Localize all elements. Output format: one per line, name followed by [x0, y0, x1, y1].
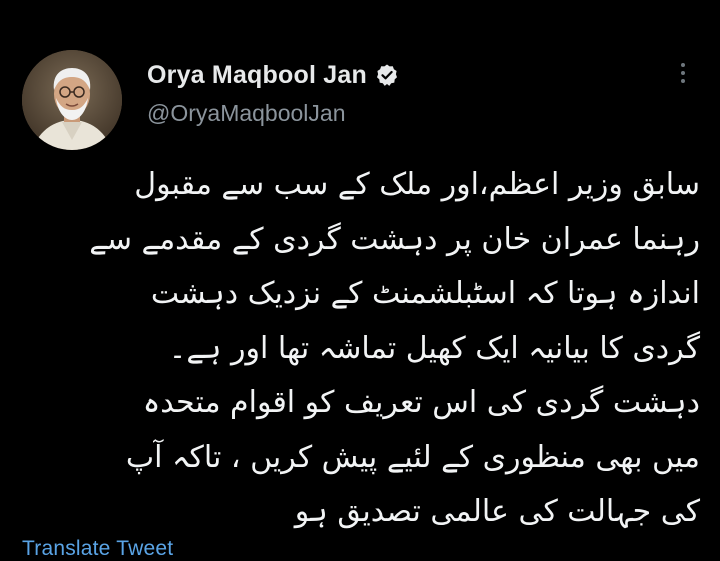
name-row: Orya Maqbool Jan — [147, 58, 399, 92]
display-name[interactable]: Orya Maqbool Jan — [147, 61, 367, 90]
tweet-header: Orya Maqbool Jan @OryaMaqboolJan — [147, 58, 399, 127]
verified-badge-icon — [375, 63, 399, 87]
user-handle[interactable]: @OryaMaqboolJan — [147, 100, 399, 127]
tweet-text-line: رہنما عمران خان پر دہشت گردی کے مقدمے سے — [89, 221, 700, 257]
tweet-card: Orya Maqbool Jan @OryaMaqboolJan سابق وز… — [0, 0, 720, 561]
more-options-icon[interactable] — [676, 63, 690, 93]
avatar[interactable] — [22, 50, 122, 150]
profile-photo-icon — [22, 50, 122, 150]
tweet-text: سابق وزیر اعظم،اور ملک کے سب سے مقبول رہ… — [10, 158, 700, 540]
tweet-text-line: اندازہ ہوتا کہ اسٹبلشمنٹ کے نزدیک دہشت — [150, 276, 700, 311]
tweet-text-line: سابق وزیر اعظم،اور ملک کے سب سے مقبول — [134, 167, 700, 202]
tweet-text-line: دہشت گردی کی اس تعریف کو اقوام متحدہ — [142, 385, 700, 420]
tweet-text-line: میں بھی منظوری کے لئیے پیش کریں ، تاکہ آ… — [125, 439, 700, 475]
tweet-text-line: کی جہالت کی عالمی تصدیق ہو — [294, 494, 700, 529]
tweet-text-line: گردی کا بیانیہ ایک کھیل تماشہ تھا اور ہے… — [168, 330, 700, 366]
translate-tweet-link[interactable]: Translate Tweet — [22, 537, 173, 561]
